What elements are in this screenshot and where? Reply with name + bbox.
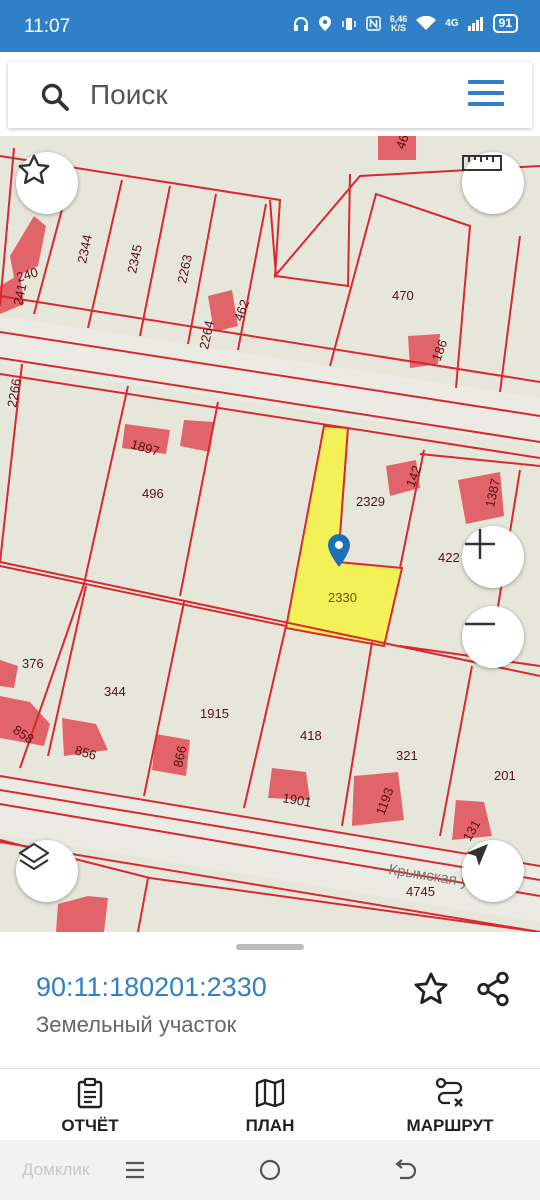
svg-text:2344: 2344 bbox=[74, 233, 95, 264]
favorites-map-button[interactable] bbox=[16, 152, 78, 214]
share-icon[interactable] bbox=[474, 970, 512, 1008]
plus-icon bbox=[465, 529, 495, 559]
route-icon bbox=[435, 1077, 463, 1107]
network-type: 4G bbox=[445, 18, 459, 29]
report-label: ОТЧЁТ bbox=[61, 1116, 119, 1135]
system-navigation-bar: Домклик bbox=[0, 1140, 540, 1200]
map-canvas[interactable]: 46 2344 2345 2263 240 241 470 2264 462 1… bbox=[0, 136, 540, 932]
svg-text:1915: 1915 bbox=[200, 706, 229, 721]
search-box[interactable] bbox=[8, 62, 532, 128]
svg-text:470: 470 bbox=[392, 288, 414, 303]
my-location-button[interactable] bbox=[462, 840, 524, 902]
plan-button[interactable]: ПЛАН bbox=[180, 1069, 360, 1141]
status-icons: 6,46 K/S 4G 91 bbox=[293, 14, 518, 33]
svg-text:376: 376 bbox=[22, 656, 44, 671]
svg-text:496: 496 bbox=[142, 486, 164, 501]
zoom-out-button[interactable] bbox=[462, 606, 524, 668]
svg-text:2345: 2345 bbox=[124, 243, 145, 274]
cadastral-number[interactable]: 90:11:180201:2330 bbox=[36, 972, 267, 1003]
home-icon[interactable] bbox=[258, 1158, 282, 1182]
battery-indicator: 91 bbox=[492, 14, 518, 33]
object-card[interactable]: 90:11:180201:2330 Земельный участок bbox=[0, 932, 540, 1068]
bottom-navigation: ОТЧЁТ ПЛАН МАРШРУТ bbox=[0, 1068, 540, 1141]
minus-icon bbox=[465, 622, 495, 626]
svg-text:418: 418 bbox=[300, 728, 322, 743]
svg-text:2330: 2330 bbox=[328, 590, 357, 605]
vibrate-icon bbox=[342, 17, 356, 30]
search-icon[interactable] bbox=[40, 82, 70, 112]
clipboard-icon bbox=[77, 1077, 103, 1109]
menu-button[interactable] bbox=[468, 80, 504, 110]
road-upper bbox=[0, 316, 540, 446]
svg-text:344: 344 bbox=[104, 684, 126, 699]
headphones-icon bbox=[293, 16, 308, 31]
signal-icon bbox=[467, 17, 483, 31]
search-input[interactable] bbox=[90, 70, 450, 120]
svg-text:462: 462 bbox=[231, 298, 253, 324]
svg-text:2329: 2329 bbox=[356, 494, 385, 509]
object-type: Земельный участок bbox=[36, 1012, 237, 1037]
svg-text:4745: 4745 bbox=[406, 884, 435, 899]
watermark: Домклик bbox=[22, 1160, 90, 1179]
parcel-labels: 46 2344 2345 2263 240 241 470 2264 462 1… bbox=[4, 136, 516, 899]
ruler-icon bbox=[462, 155, 502, 171]
svg-text:2263: 2263 bbox=[174, 253, 195, 284]
drag-handle[interactable] bbox=[236, 944, 304, 950]
svg-text:422: 422 bbox=[438, 550, 460, 565]
route-label: МАРШРУТ bbox=[406, 1116, 494, 1135]
back-icon[interactable] bbox=[392, 1158, 418, 1182]
location-icon bbox=[318, 16, 331, 31]
cadastral-map[interactable]: 46 2344 2345 2263 240 241 470 2264 462 1… bbox=[0, 136, 540, 932]
favorite-star-icon[interactable] bbox=[412, 970, 450, 1008]
svg-text:241: 241 bbox=[10, 282, 29, 306]
net-speed: 6,46 K/S bbox=[389, 13, 408, 33]
search-bar bbox=[0, 52, 540, 136]
svg-text:321: 321 bbox=[396, 748, 418, 763]
nfc-icon bbox=[366, 16, 381, 31]
svg-text:2264: 2264 bbox=[196, 319, 217, 350]
map-icon bbox=[255, 1078, 285, 1108]
navigation-arrow-icon bbox=[466, 844, 488, 866]
svg-text:2266: 2266 bbox=[4, 377, 24, 408]
route-button[interactable]: МАРШРУТ bbox=[360, 1069, 540, 1141]
report-button[interactable]: ОТЧЁТ bbox=[0, 1069, 180, 1141]
wifi-icon bbox=[416, 16, 437, 30]
svg-text:201: 201 bbox=[494, 768, 516, 783]
ruler-button[interactable] bbox=[462, 152, 524, 214]
recent-apps-icon[interactable] bbox=[124, 1160, 146, 1180]
zoom-in-button[interactable] bbox=[462, 526, 524, 588]
layers-icon bbox=[18, 842, 50, 871]
status-time: 11:07 bbox=[24, 16, 71, 37]
layers-button[interactable] bbox=[16, 840, 78, 902]
plan-label: ПЛАН bbox=[245, 1116, 295, 1135]
star-icon bbox=[18, 154, 50, 185]
menu-icon-line bbox=[468, 80, 504, 84]
status-bar: 11:07 6,46 K/S 4G 91 bbox=[0, 0, 540, 52]
